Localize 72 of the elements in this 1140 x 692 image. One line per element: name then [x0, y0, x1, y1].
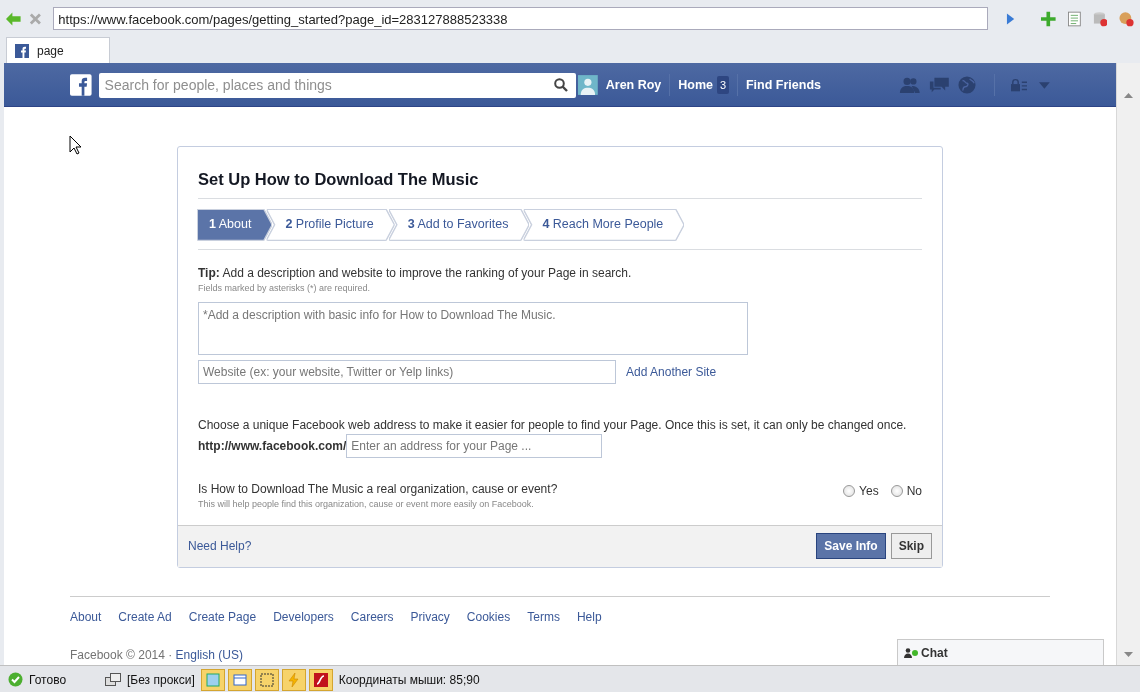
script-toggle-button[interactable] [281, 668, 306, 691]
window-icon [232, 672, 247, 687]
status-text: Готово [29, 671, 68, 689]
footer-link[interactable]: Privacy [410, 607, 450, 626]
footer-link[interactable]: About [70, 607, 102, 626]
avatar-icon[interactable] [577, 74, 598, 96]
step-tab[interactable]: 1 About [198, 209, 272, 240]
footer-link[interactable]: Developers [273, 607, 334, 626]
website-field[interactable]: Website (ex: your website, Twitter or Yelp links) [198, 360, 616, 385]
organization-question: Is How to Download The Music a real organization, cause or event? [198, 481, 558, 499]
radio-button[interactable] [843, 485, 856, 498]
database-icon[interactable] [1092, 10, 1108, 27]
caret-icon[interactable] [1039, 81, 1050, 89]
footer-link[interactable]: Careers [350, 607, 394, 626]
scroll-up-icon[interactable] [1124, 93, 1133, 98]
footer-link[interactable]: Cookies [466, 607, 511, 626]
address-prefix: http://www.facebook.com/ [198, 438, 347, 456]
chat-status-icon [904, 647, 918, 658]
globe-icon[interactable] [958, 75, 977, 95]
logo-icon [15, 43, 29, 58]
cookie-icon[interactable] [1119, 10, 1135, 27]
frame-icon [259, 672, 274, 687]
required-note: Fields marked by asterisks (*) are required. [198, 281, 372, 295]
scrollbar[interactable] [1116, 63, 1140, 665]
address-bar[interactable]: https://www.facebook.com/pages/getting_started?page_id=283127888523338 [53, 7, 989, 30]
footer-link[interactable]: Create Page [188, 607, 257, 626]
image-toggle-button[interactable] [200, 668, 225, 691]
footer-link[interactable]: Help [576, 607, 602, 626]
profile-link[interactable]: Aren Roy [597, 75, 670, 95]
proxy-icon[interactable] [105, 672, 121, 687]
footer-link[interactable]: Create Ad [118, 607, 172, 626]
description-field[interactable]: *Add a description with basic info for How to Download The Music. [198, 302, 748, 356]
add-site-link[interactable]: Add Another Site [626, 363, 717, 382]
lightning-icon [286, 672, 301, 687]
back-arrow-icon[interactable] [6, 11, 21, 26]
logo-icon[interactable] [70, 73, 92, 97]
proxy-status[interactable]: [Без прокси] [127, 670, 195, 689]
notification-count: 3 [716, 75, 730, 95]
mouse-cursor-icon [69, 135, 82, 155]
browser-tab[interactable]: page [6, 37, 110, 63]
flash-icon [313, 672, 328, 687]
go-arrow-icon[interactable] [1006, 12, 1016, 25]
save-button[interactable]: Save Info [816, 533, 886, 560]
plus-icon[interactable] [1041, 10, 1057, 27]
messages-icon[interactable] [928, 76, 951, 94]
window-toggle-button[interactable] [227, 668, 252, 691]
find-friends-link[interactable]: Find Friends [738, 75, 829, 95]
tip-text: Tip: Add a description and website to improve the ranking of your Page in search. [198, 264, 633, 282]
check-icon [8, 672, 23, 687]
stop-icon[interactable] [28, 11, 42, 26]
footer-link[interactable]: Terms [527, 607, 560, 626]
scroll-down-icon[interactable] [1124, 652, 1133, 657]
document-icon[interactable] [1068, 10, 1081, 27]
copyright-text: Facebook © 2014 · [70, 647, 173, 662]
radio-button[interactable] [890, 485, 903, 498]
option-label[interactable]: No [906, 482, 922, 501]
lock-menu-icon[interactable] [1011, 78, 1028, 92]
friends-icon[interactable] [899, 76, 921, 94]
page-setup-title: Set Up How to Download The Music [198, 147, 922, 199]
need-help-link[interactable]: Need Help? [188, 537, 252, 556]
flash-toggle-button[interactable] [308, 668, 333, 691]
skip-button[interactable]: Skip [890, 533, 932, 560]
option-label[interactable]: Yes [859, 482, 879, 501]
frame-toggle-button[interactable] [254, 668, 279, 691]
search-field[interactable]: Search for people, places and things [98, 72, 576, 98]
page-address-field[interactable]: Enter an address for your Page ... [346, 434, 603, 459]
chat-bar[interactable]: Chat [897, 639, 1104, 665]
language-link[interactable]: English (US) [175, 647, 243, 662]
image-icon [205, 672, 220, 687]
question-note: This will help people find this organization, cause or event more easily on Facebook. [198, 498, 535, 512]
mouse-coordinates: Координаты мыши: 85;90 [338, 671, 480, 689]
address-prompt: Choose a unique Facebook web address to make it easier for people to find your Page. Once this is set, it can only be changed once. [198, 417, 908, 435]
